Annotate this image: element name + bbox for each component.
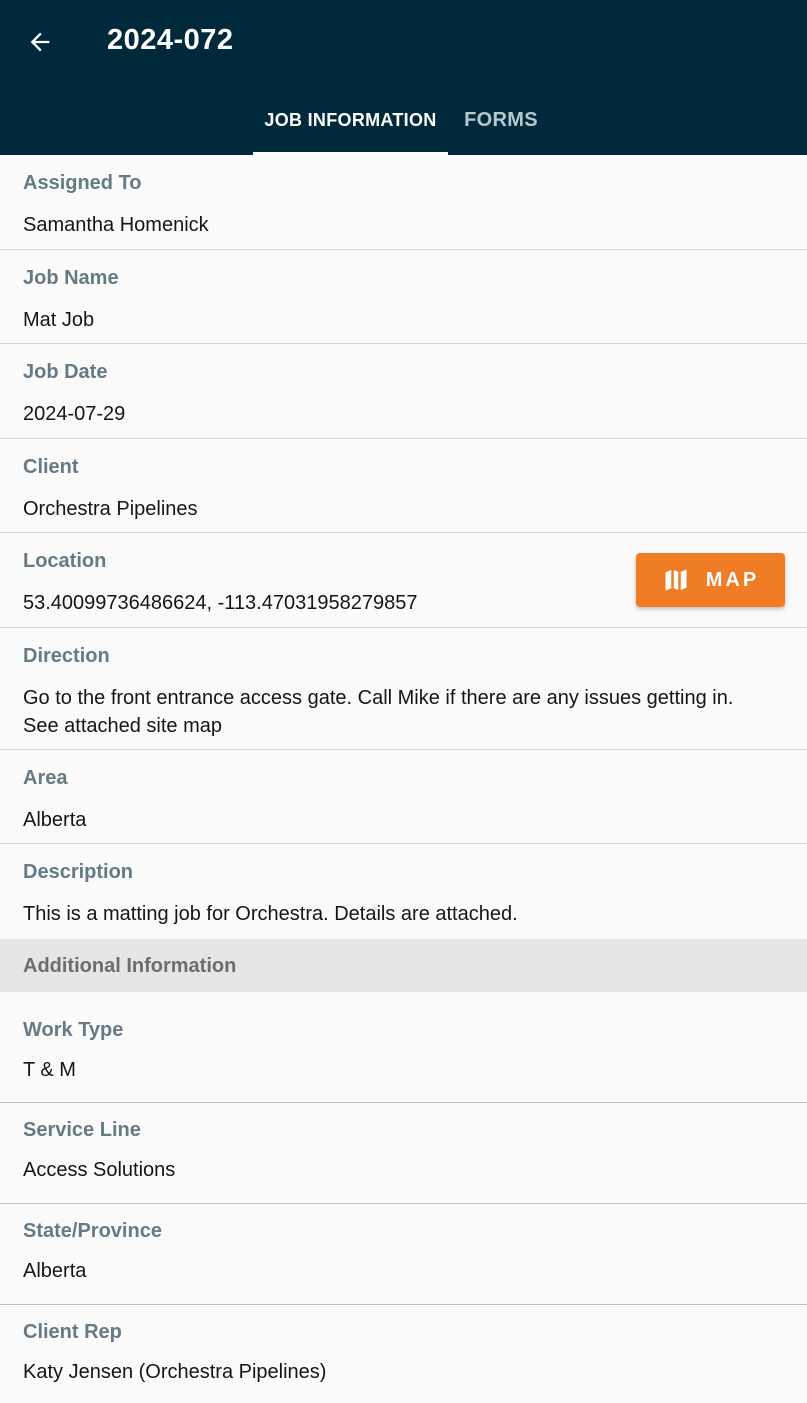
location-field: Location 53.40099736486624, -113.4703195… (0, 533, 807, 628)
map-button-label: MAP (705, 568, 760, 591)
client-rep-field: Client Rep Katy Jensen (Orchestra Pipeli… (0, 1305, 807, 1403)
page-title: 2024-072 (107, 24, 234, 56)
state-province-value: Alberta (23, 1259, 87, 1282)
state-province-label: State/Province (23, 1219, 162, 1242)
client-rep-label: Client Rep (23, 1320, 122, 1343)
job-name-label: Job Name (23, 266, 119, 289)
service-line-field: Service Line Access Solutions (0, 1103, 807, 1204)
area-label: Area (23, 766, 68, 789)
direction-line-2: See attached site map (23, 714, 223, 737)
assigned-to-label: Assigned To (23, 172, 142, 194)
description-field: Description This is a matting job for Or… (0, 844, 807, 939)
map-button[interactable]: MAP (636, 553, 785, 607)
arrow-left-icon (30, 32, 50, 52)
section-title: Additional Information (23, 954, 237, 977)
description-label: Description (23, 861, 134, 883)
description-value: This is a matting job for Orchestra. Det… (23, 903, 518, 925)
client-field: Client Orchestra Pipelines (0, 439, 807, 533)
job-date-value: 2024-07-29 (23, 403, 126, 425)
work-type-label: Work Type (23, 1018, 124, 1041)
back-button[interactable] (18, 20, 62, 64)
client-label: Client (23, 455, 79, 478)
work-type-field: Work Type T & M (0, 992, 807, 1103)
direction-value: Go to the front entrance access gate. Ca… (23, 684, 733, 740)
area-field: Area Alberta (0, 750, 807, 844)
direction-line-1: Go to the front entrance access gate. Ca… (23, 686, 734, 709)
job-date-field: Job Date 2024-07-29 (0, 344, 807, 439)
client-rep-value: Katy Jensen (Orchestra Pipelines) (23, 1360, 327, 1383)
job-date-label: Job Date (23, 361, 108, 383)
service-line-label: Service Line (23, 1118, 141, 1141)
job-name-value: Mat Job (23, 308, 95, 331)
work-type-value: T & M (23, 1058, 76, 1081)
location-label: Location (23, 550, 107, 572)
direction-label: Direction (23, 644, 110, 667)
state-province-field: State/Province Alberta (0, 1204, 807, 1305)
assigned-to-field: Assigned To Samantha Homenick (0, 155, 807, 250)
map-icon (662, 566, 690, 594)
service-line-value: Access Solutions (23, 1158, 176, 1181)
job-detail-screen: 2024-072 JOB INFORMATION FORMS Assigned … (0, 0, 807, 1403)
additional-information-header: Additional Information (0, 938, 807, 992)
tab-bar: JOB INFORMATION FORMS (0, 85, 807, 155)
client-value: Orchestra Pipelines (23, 497, 198, 520)
tab-forms[interactable]: FORMS (448, 85, 554, 155)
job-name-field: Job Name Mat Job (0, 250, 807, 344)
direction-field: Direction Go to the front entrance acces… (0, 628, 807, 750)
tab-job-information[interactable]: JOB INFORMATION (253, 85, 448, 155)
assigned-to-value: Samantha Homenick (23, 214, 209, 236)
location-value: 53.40099736486624, -113.47031958279857 (23, 592, 418, 614)
area-value: Alberta (23, 808, 87, 831)
app-header: 2024-072 JOB INFORMATION FORMS (0, 0, 807, 155)
